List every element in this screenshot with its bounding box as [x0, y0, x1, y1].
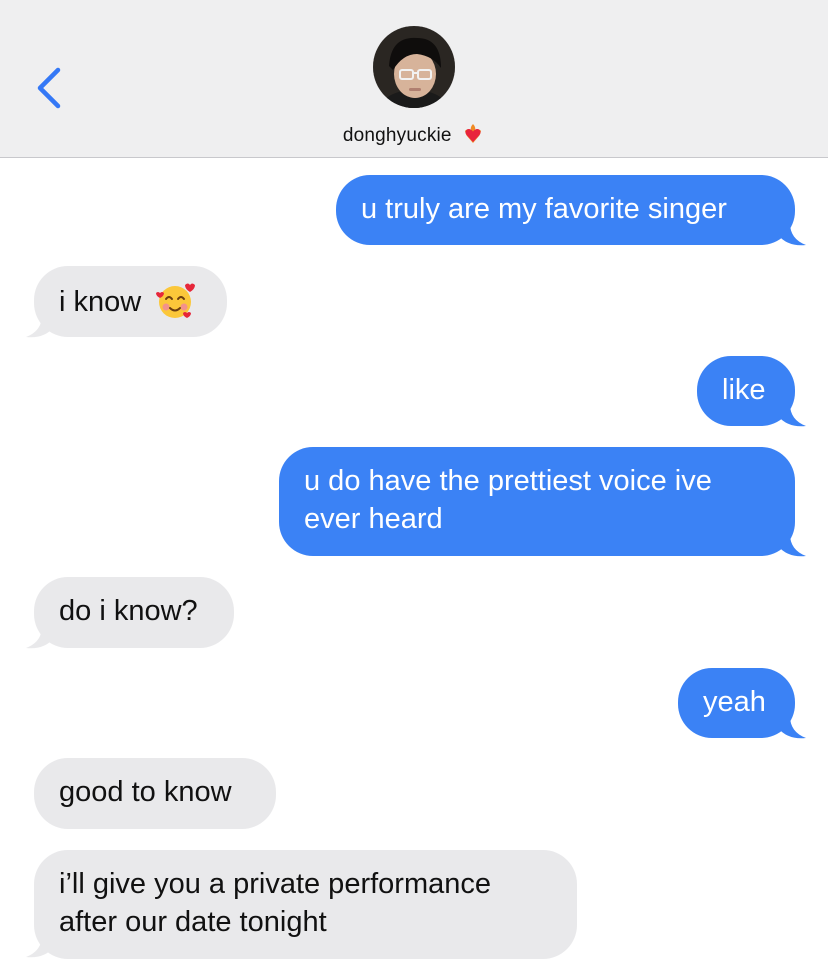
- received-message-bubble[interactable]: i know: [34, 266, 227, 337]
- chevron-left-icon[interactable]: [30, 66, 70, 110]
- received-message-bubble[interactable]: good to know: [34, 758, 276, 829]
- message-text-line: ever heard: [304, 503, 443, 535]
- bubble-tail: [26, 626, 54, 649]
- heart-on-fire-icon: [465, 124, 482, 143]
- smiling-face-with-hearts-icon: [156, 283, 196, 318]
- message-text: do i know?: [59, 595, 198, 627]
- conversation-header: donghyuckie: [0, 0, 828, 158]
- message-text: yeah: [703, 686, 766, 718]
- bubble-tail: [778, 223, 806, 246]
- bubble-tail: [778, 534, 806, 557]
- contact-avatar[interactable]: [373, 26, 455, 108]
- bubble-tail: [778, 404, 806, 427]
- bubble-tail: [778, 716, 806, 739]
- message-text-line: i’ll give you a private performance: [59, 868, 491, 900]
- message-text: good to know: [59, 776, 232, 808]
- received-message-bubble[interactable]: do i know?: [34, 577, 234, 648]
- received-message-bubble[interactable]: i’ll give you a private performance afte…: [34, 850, 577, 959]
- bubble-tail: [26, 315, 54, 338]
- bubble-tail: [26, 935, 54, 958]
- avatar-photo: [373, 26, 455, 108]
- message-text: like: [722, 374, 766, 406]
- sent-message-bubble[interactable]: u do have the prettiest voice ive ever h…: [279, 447, 795, 556]
- message-text-line: u do have the prettiest voice ive: [304, 465, 712, 497]
- message-text: u truly are my favorite singer: [361, 193, 727, 225]
- sent-message-bubble[interactable]: u truly are my favorite singer: [336, 175, 795, 245]
- contact-name-row[interactable]: donghyuckie: [0, 122, 828, 147]
- message-text-line: after our date tonight: [59, 906, 327, 938]
- contact-name: donghyuckie: [342, 125, 452, 146]
- message-text: i know: [59, 286, 142, 318]
